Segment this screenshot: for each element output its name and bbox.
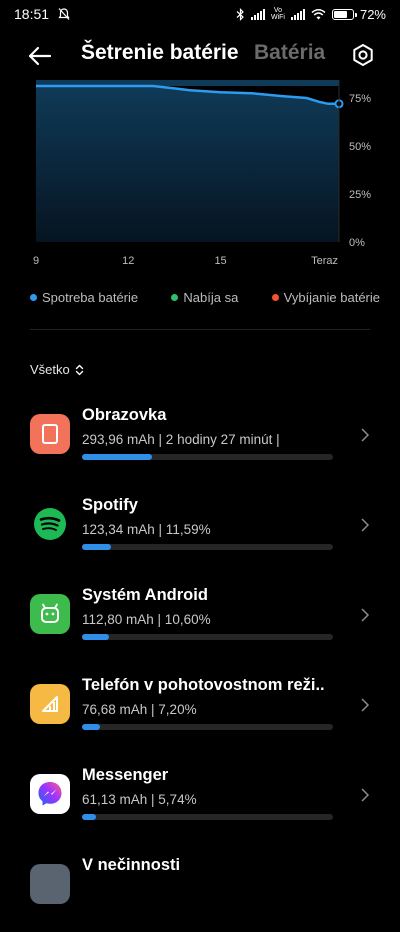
usage-bar-fill xyxy=(82,544,112,550)
chevron-right-icon xyxy=(361,788,370,802)
x-tick-label: 9 xyxy=(33,255,39,267)
legend-dot-discharging xyxy=(271,294,279,301)
alarm-off-icon xyxy=(58,8,70,20)
wifi-icon xyxy=(311,9,326,20)
app-name: Telefón v pohotovostnom reži.. xyxy=(82,676,325,694)
usage-bar xyxy=(82,454,333,460)
chart-legend: Spotreba batérie Nabíja sa Vybíjanie bat… xyxy=(30,290,380,305)
app-usage-detail: 76,68 mAh | 7,20% xyxy=(82,702,197,717)
y-tick-label: 50% xyxy=(349,141,371,153)
legend-dot-charging xyxy=(171,294,179,301)
app-name: Messenger xyxy=(82,766,169,784)
legend-item-charging: Nabíja sa xyxy=(171,290,238,305)
status-time: 18:51 xyxy=(14,6,50,22)
battery-icon xyxy=(331,8,357,20)
idle-icon xyxy=(30,864,70,904)
legend-label-discharging: Vybíjanie batérie xyxy=(283,290,380,305)
app-name: Obrazovka xyxy=(82,406,167,424)
battery-percent: 72% xyxy=(359,6,386,22)
chevron-right-icon xyxy=(361,428,370,442)
status-bar: 18:51 Vo WiFi 72% xyxy=(0,0,400,28)
x-tick-label: 12 xyxy=(122,255,134,267)
list-item-phone-standby[interactable]: Telefón v pohotovostnom reži.. 76,68 mAh… xyxy=(0,662,400,752)
gear-icon[interactable] xyxy=(350,42,376,68)
usage-bar xyxy=(82,814,333,820)
battery-usage-chart: 75% 50% 25% 0% 9 12 15 Teraz xyxy=(0,80,400,275)
x-tick-label: 15 xyxy=(214,255,226,267)
chevron-right-icon xyxy=(361,518,370,532)
list-item-android-system[interactable]: Systém Android 112,80 mAh | 10,60% xyxy=(0,572,400,662)
legend-item-usage: Spotreba batérie xyxy=(30,290,138,305)
app-name: Spotify xyxy=(82,496,138,514)
app-usage-detail: 293,96 mAh | 2 hodiny 27 minút | xyxy=(82,432,280,447)
x-tick-label: Teraz xyxy=(311,255,338,267)
cell-signal-icon xyxy=(250,8,265,20)
vowifi-bottom-label: WiFi xyxy=(270,14,285,21)
back-arrow-icon[interactable] xyxy=(26,44,54,68)
y-tick-label: 25% xyxy=(349,189,371,201)
legend-label-usage: Spotreba batérie xyxy=(42,290,139,305)
legend-dot-usage xyxy=(30,294,37,301)
usage-bar xyxy=(82,544,333,550)
usage-bar-fill xyxy=(82,814,97,820)
filter-dropdown[interactable]: Všetko xyxy=(30,362,84,377)
top-bar: Šetrenie batérie Batéria xyxy=(0,36,400,76)
usage-bar-fill xyxy=(82,454,153,460)
list-item-messenger[interactable]: Messenger 61,13 mAh | 5,74% xyxy=(0,752,400,842)
chart-svg: 75% 50% 25% 0% 9 12 15 Teraz xyxy=(33,80,371,267)
cell-signal-2-icon xyxy=(290,8,305,20)
usage-bar-fill xyxy=(82,634,109,640)
messenger-icon xyxy=(30,774,70,814)
list-item-idle[interactable]: V nečinnosti xyxy=(0,842,400,932)
tab-battery[interactable]: Batéria xyxy=(254,41,325,65)
vowifi-indicator: Vo WiFi xyxy=(271,7,285,21)
filter-label: Všetko xyxy=(30,362,70,377)
chart-area-fill xyxy=(36,86,339,242)
app-usage-detail: 61,13 mAh | 5,74% xyxy=(82,792,197,807)
legend-label-charging: Nabíja sa xyxy=(183,290,239,305)
legend-item-discharging: Vybíjanie batérie xyxy=(271,290,380,305)
screen-icon xyxy=(30,414,70,454)
tab-battery-saver[interactable]: Šetrenie batérie xyxy=(81,41,239,65)
standby-signal-icon xyxy=(30,684,70,724)
spotify-icon xyxy=(30,504,70,544)
y-tick-label: 75% xyxy=(349,93,371,105)
bluetooth-icon xyxy=(236,7,244,21)
app-usage-detail: 123,34 mAh | 11,59% xyxy=(82,522,211,537)
divider xyxy=(30,329,370,330)
battery-fill xyxy=(333,10,347,18)
usage-bar-fill xyxy=(82,724,101,730)
usage-bar xyxy=(82,724,333,730)
app-usage-detail: 112,80 mAh | 10,60% xyxy=(82,612,211,627)
list-item-screen[interactable]: Obrazovka 293,96 mAh | 2 hodiny 27 minút… xyxy=(0,392,400,482)
app-name: Systém Android xyxy=(82,586,208,604)
list-item-spotify[interactable]: Spotify 123,34 mAh | 11,59% xyxy=(0,482,400,572)
y-tick-label: 0% xyxy=(349,237,365,249)
chevron-right-icon xyxy=(361,698,370,712)
usage-bar xyxy=(82,634,333,640)
sort-updown-icon xyxy=(75,364,83,375)
android-icon xyxy=(30,594,70,634)
chevron-right-icon xyxy=(361,608,370,622)
vowifi-top-label: Vo xyxy=(273,7,283,14)
